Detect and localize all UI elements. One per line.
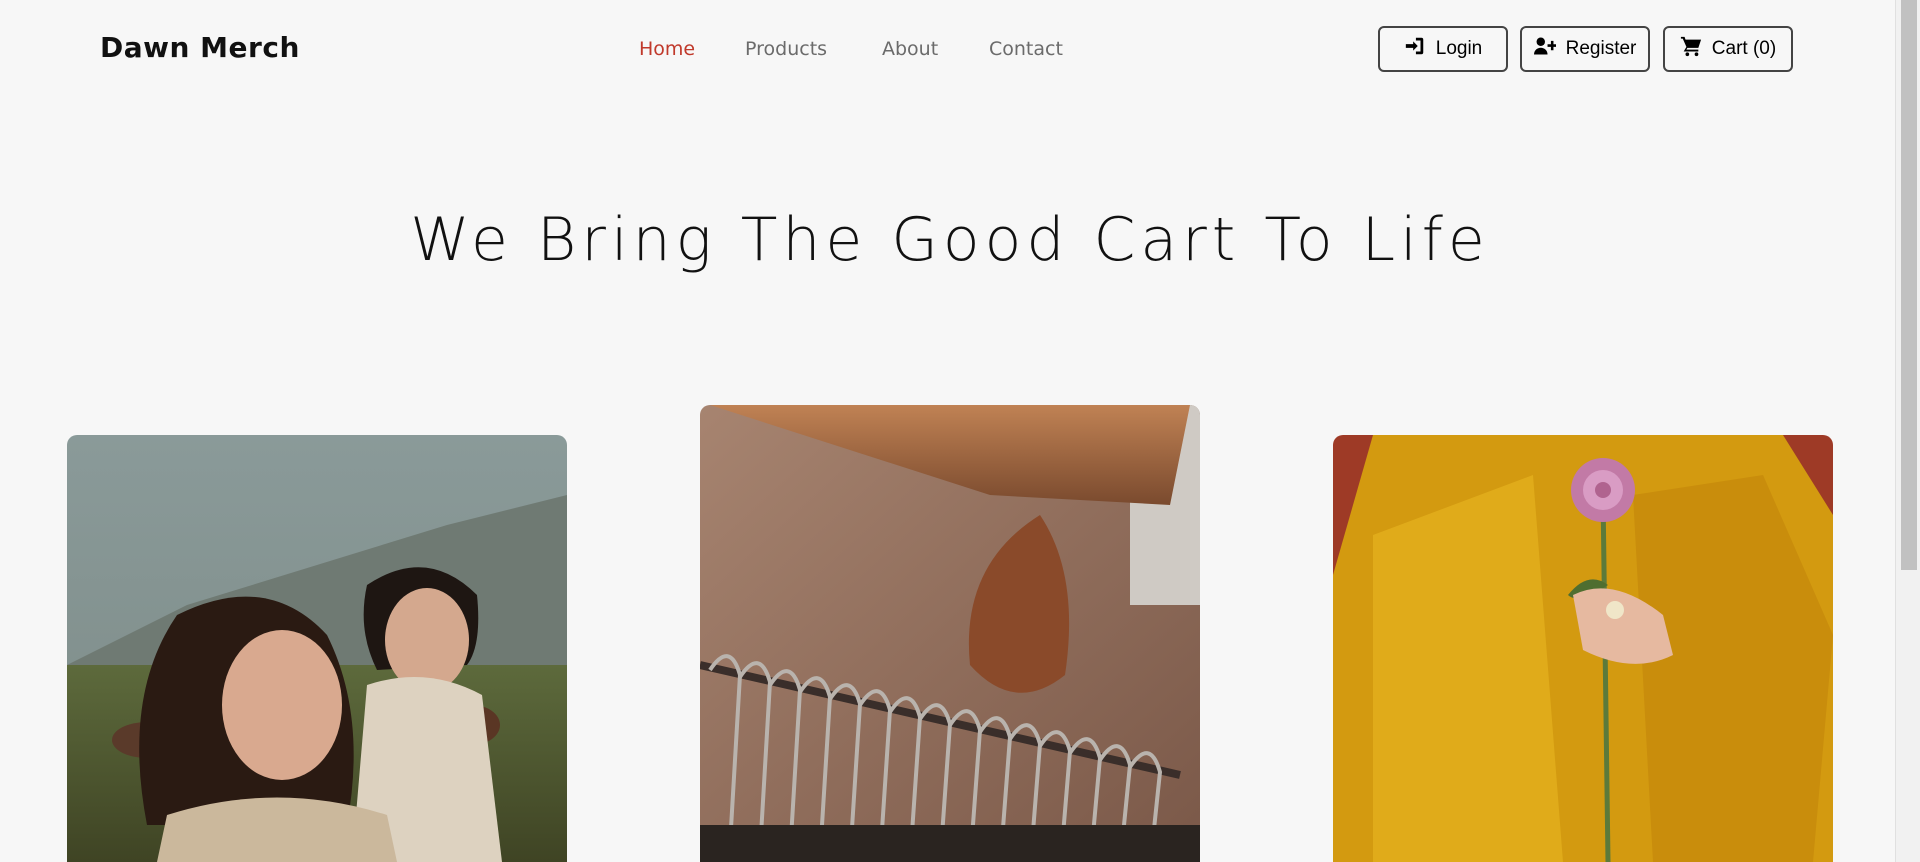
product-image-clothing-rack[interactable]: [700, 405, 1200, 862]
login-label: Login: [1435, 38, 1483, 59]
nav-products[interactable]: Products: [745, 38, 827, 60]
login-button[interactable]: Login: [1378, 26, 1508, 72]
register-label: Register: [1565, 38, 1637, 59]
shopping-cart-icon: [1680, 35, 1702, 63]
cart-label: Cart (0): [1711, 38, 1777, 59]
register-button[interactable]: Register: [1520, 26, 1650, 72]
hero-title: We Bring The Good Cart To Life: [410, 205, 1490, 275]
product-image-people-field[interactable]: [67, 435, 567, 862]
nav-about[interactable]: About: [882, 38, 938, 60]
scrollbar-thumb[interactable]: [1901, 0, 1917, 570]
brand-logo[interactable]: Dawn Merch: [100, 31, 300, 64]
product-image-flower-coat[interactable]: [1333, 435, 1833, 862]
cart-button[interactable]: Cart (0): [1663, 26, 1793, 72]
nav-home[interactable]: Home: [639, 38, 695, 60]
user-plus-icon: [1533, 35, 1556, 63]
sign-in-icon: [1404, 35, 1426, 63]
vertical-scrollbar[interactable]: [1895, 0, 1920, 862]
nav-contact[interactable]: Contact: [989, 38, 1063, 60]
